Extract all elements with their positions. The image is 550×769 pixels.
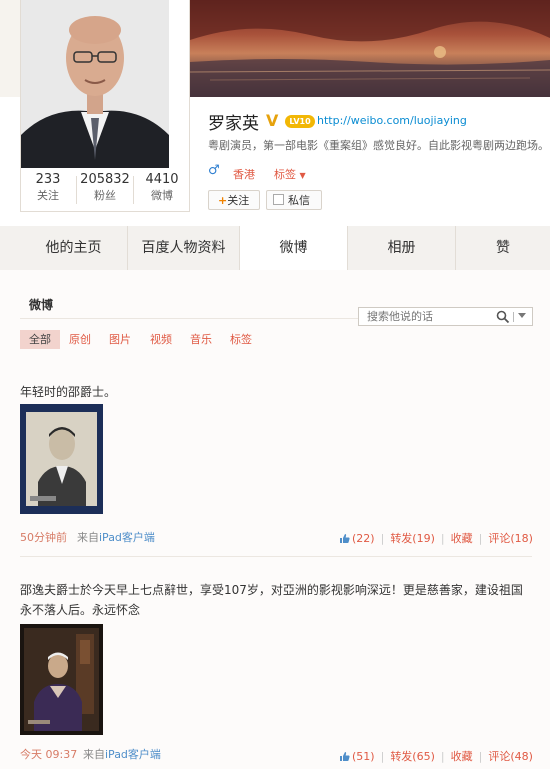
- repost-button[interactable]: 转发(19): [390, 532, 435, 545]
- message-label: 私信: [288, 194, 310, 207]
- divider: |: [478, 532, 483, 545]
- filter-music[interactable]: 音乐: [190, 330, 212, 349]
- stat-value: 205832: [80, 172, 130, 187]
- feed-title: 微博: [29, 298, 54, 312]
- post-image[interactable]: [20, 404, 103, 514]
- tab-likes[interactable]: 赞: [456, 226, 550, 270]
- stat-label: 粉丝: [94, 189, 116, 202]
- caret-down-icon: ▼: [299, 171, 306, 180]
- plus-icon: +: [218, 194, 228, 207]
- search-input[interactable]: [359, 308, 497, 325]
- search-box[interactable]: [358, 307, 533, 326]
- post-actions: (51) | 转发(65) | 收藏 | 评论(48): [339, 748, 533, 764]
- comment-button[interactable]: 评论(48): [488, 750, 533, 763]
- thumbs-up-icon: [340, 752, 350, 761]
- message-button[interactable]: 私信: [266, 190, 322, 210]
- divider: |: [440, 750, 445, 763]
- stat-posts[interactable]: 4410 微博: [134, 172, 190, 204]
- divider: |: [440, 532, 445, 545]
- search-icon[interactable]: [496, 310, 510, 324]
- post-text: 邵逸夫爵士於今天早上七点辭世，享受107岁，对亞洲的影视影响深远！更是慈善家，建…: [20, 583, 523, 617]
- profile-bio: 粤剧演员，第一部电影《重案组》感觉良好。自此影视粤剧两边跑场。: [208, 139, 549, 152]
- divider: |: [478, 750, 483, 763]
- filter-tags[interactable]: 标签: [230, 330, 252, 349]
- tab-album[interactable]: 相册: [348, 226, 456, 270]
- post-source: 来自iPad客户端: [83, 746, 161, 762]
- stat-label: 微博: [151, 189, 173, 202]
- filter-original[interactable]: 原创: [69, 330, 91, 349]
- post-time[interactable]: 今天 09:37: [20, 746, 77, 762]
- divider: |: [380, 750, 385, 763]
- source-prefix: 来自: [77, 531, 99, 544]
- tags-label: 标签: [274, 168, 296, 181]
- stat-value: 4410: [145, 172, 179, 187]
- comment-button[interactable]: 评论(18): [488, 532, 533, 545]
- source-prefix: 来自: [83, 748, 105, 761]
- like-button[interactable]: (22): [339, 532, 375, 545]
- like-button[interactable]: (51): [339, 750, 375, 763]
- post-actions: (22) | 转发(19) | 收藏 | 评论(18): [339, 530, 533, 546]
- avatar[interactable]: [21, 0, 169, 168]
- post-time[interactable]: 50分钟前: [20, 529, 67, 545]
- tab-home[interactable]: 他的主页: [20, 226, 128, 270]
- post-text: 年轻时的邵爵士。: [20, 385, 117, 399]
- filter-video[interactable]: 视频: [150, 330, 172, 349]
- filter-images[interactable]: 图片: [109, 330, 131, 349]
- location-link[interactable]: 香港: [233, 166, 255, 182]
- repost-button[interactable]: 转发(65): [390, 750, 435, 763]
- divider: [513, 312, 514, 322]
- thumbs-up-icon: [340, 534, 350, 543]
- caret-down-icon[interactable]: [518, 313, 526, 318]
- tab-baidu-profile[interactable]: 百度人物资料: [128, 226, 240, 270]
- cover-image: [190, 0, 550, 97]
- follow-button[interactable]: +关注: [208, 190, 260, 210]
- favorite-button[interactable]: 收藏: [451, 532, 473, 545]
- filter-all[interactable]: 全部: [20, 330, 60, 349]
- source-app-link[interactable]: iPad客户端: [105, 748, 161, 761]
- post-source: 来自iPad客户端: [77, 529, 155, 545]
- source-app-link[interactable]: iPad客户端: [99, 531, 155, 544]
- like-count: (22): [352, 532, 375, 545]
- divider: [20, 556, 532, 557]
- profile-name: 罗家英: [208, 114, 259, 134]
- male-gender-icon: ♂: [208, 163, 220, 178]
- stat-label: 关注: [37, 189, 59, 202]
- divider: |: [380, 532, 385, 545]
- favorite-button[interactable]: 收藏: [451, 750, 473, 763]
- follow-label: 关注: [227, 194, 250, 207]
- stat-value: 233: [35, 172, 61, 187]
- level-badge[interactable]: LV10: [285, 115, 315, 128]
- tab-weibo[interactable]: 微博: [240, 226, 348, 271]
- verified-v-icon[interactable]: V: [266, 111, 278, 130]
- homepage-link[interactable]: http://weibo.com/luojiaying: [317, 114, 467, 127]
- tags-dropdown[interactable]: 标签 ▼: [274, 166, 306, 182]
- post-image[interactable]: [20, 624, 103, 735]
- stat-following[interactable]: 233 关注: [20, 172, 76, 204]
- stat-followers[interactable]: 205832 粉丝: [77, 172, 133, 204]
- left-panel-strip: [0, 0, 21, 97]
- like-count: (51): [352, 750, 375, 763]
- message-checkbox-icon: [273, 194, 284, 205]
